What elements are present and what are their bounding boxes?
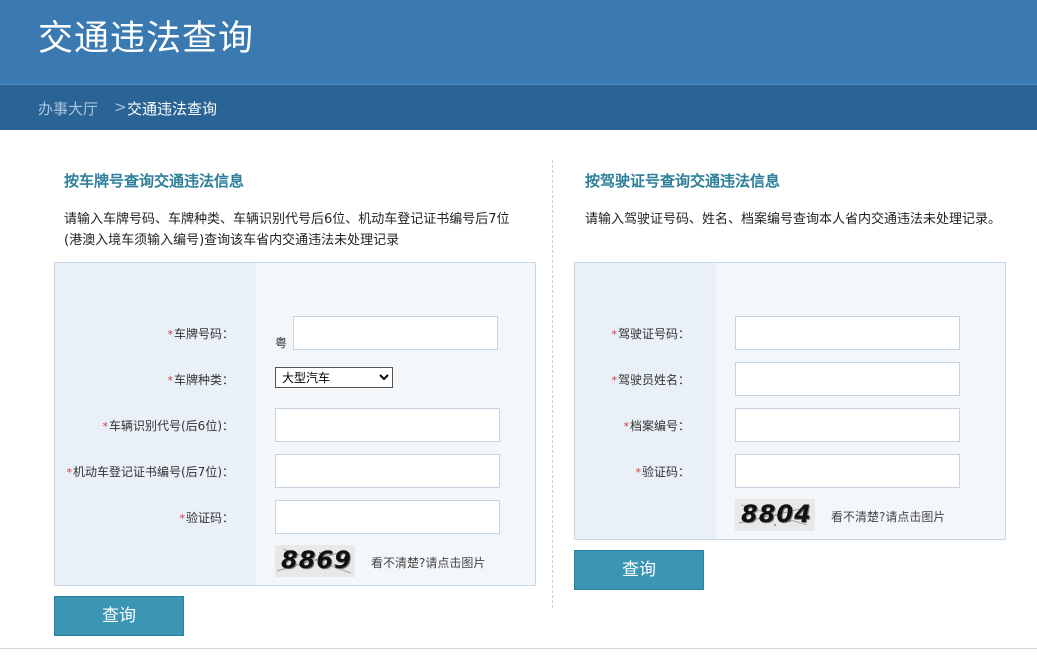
license-query-submit-button[interactable]: 查询: [574, 550, 704, 590]
license-captcha-image[interactable]: 8804: [735, 499, 815, 531]
required-mark: *: [167, 328, 173, 341]
plate-number-label: *车牌号码：: [167, 327, 234, 341]
required-mark: *: [66, 466, 73, 479]
breadcrumb-current: 交通违法查询: [127, 100, 218, 118]
license-captcha-input[interactable]: [735, 454, 960, 488]
plate-type-select[interactable]: 大型汽车: [275, 367, 393, 388]
plate-type-label: *车牌种类：: [167, 373, 234, 387]
license-query-title: 按驾驶证号查询交通违法信息: [585, 172, 781, 190]
license-number-label: *驾驶证号码：: [611, 327, 690, 341]
required-mark: *: [179, 512, 185, 525]
plate-captcha-refresh-link[interactable]: 看不清楚?请点击图片: [371, 554, 485, 571]
reg-cert-input[interactable]: [275, 454, 500, 488]
required-mark: *: [611, 374, 617, 387]
plate-captcha-code: 8869: [281, 546, 352, 574]
plate-number-input[interactable]: [293, 316, 498, 350]
required-mark: *: [167, 374, 173, 387]
required-mark: *: [635, 466, 641, 479]
archive-number-input[interactable]: [735, 408, 960, 442]
license-captcha-code: 8804: [741, 500, 812, 528]
page-header: 交通违法查询: [0, 0, 1037, 84]
breadcrumb-home-link[interactable]: 办事大厅: [38, 98, 98, 119]
reg-cert-label: *机动车登记证书编号(后7位)：: [66, 465, 235, 479]
required-mark: *: [102, 420, 109, 433]
plate-query-description: 请输入车牌号码、车牌种类、车辆识别代号后6位、机动车登记证书编号后7位(港澳入境…: [64, 212, 510, 248]
plate-captcha-image[interactable]: 8869: [275, 545, 355, 577]
plate-province-prefix: 粤: [275, 336, 288, 350]
license-query-description: 请输入驾驶证号码、姓名、档案编号查询本人省内交通违法未处理记录。: [585, 212, 1002, 227]
license-form-label-column: [575, 263, 716, 539]
breadcrumb: 办事大厅 > 交通违法查询: [0, 84, 1037, 130]
required-mark: *: [623, 420, 629, 433]
section-divider: [552, 160, 553, 608]
vin-label: *车辆识别代号(后6位)：: [102, 419, 235, 433]
driver-name-label: *驾驶员姓名：: [611, 373, 690, 387]
plate-query-title: 按车牌号查询交通违法信息: [64, 172, 245, 190]
breadcrumb-separator: >: [114, 98, 127, 116]
required-mark: *: [611, 328, 617, 341]
archive-number-label: *档案编号：: [623, 419, 690, 433]
plate-query-submit-button[interactable]: 查询: [54, 596, 184, 636]
license-captcha-refresh-link[interactable]: 看不清楚?请点击图片: [831, 508, 945, 525]
license-captcha-label: *验证码：: [635, 465, 690, 479]
plate-captcha-input[interactable]: [275, 500, 500, 534]
vin-input[interactable]: [275, 408, 500, 442]
plate-captcha-label: *验证码：: [179, 511, 234, 525]
footer-divider: [0, 648, 1037, 649]
license-number-input[interactable]: [735, 316, 960, 350]
page-title: 交通违法查询: [38, 19, 255, 59]
driver-name-input[interactable]: [735, 362, 960, 396]
